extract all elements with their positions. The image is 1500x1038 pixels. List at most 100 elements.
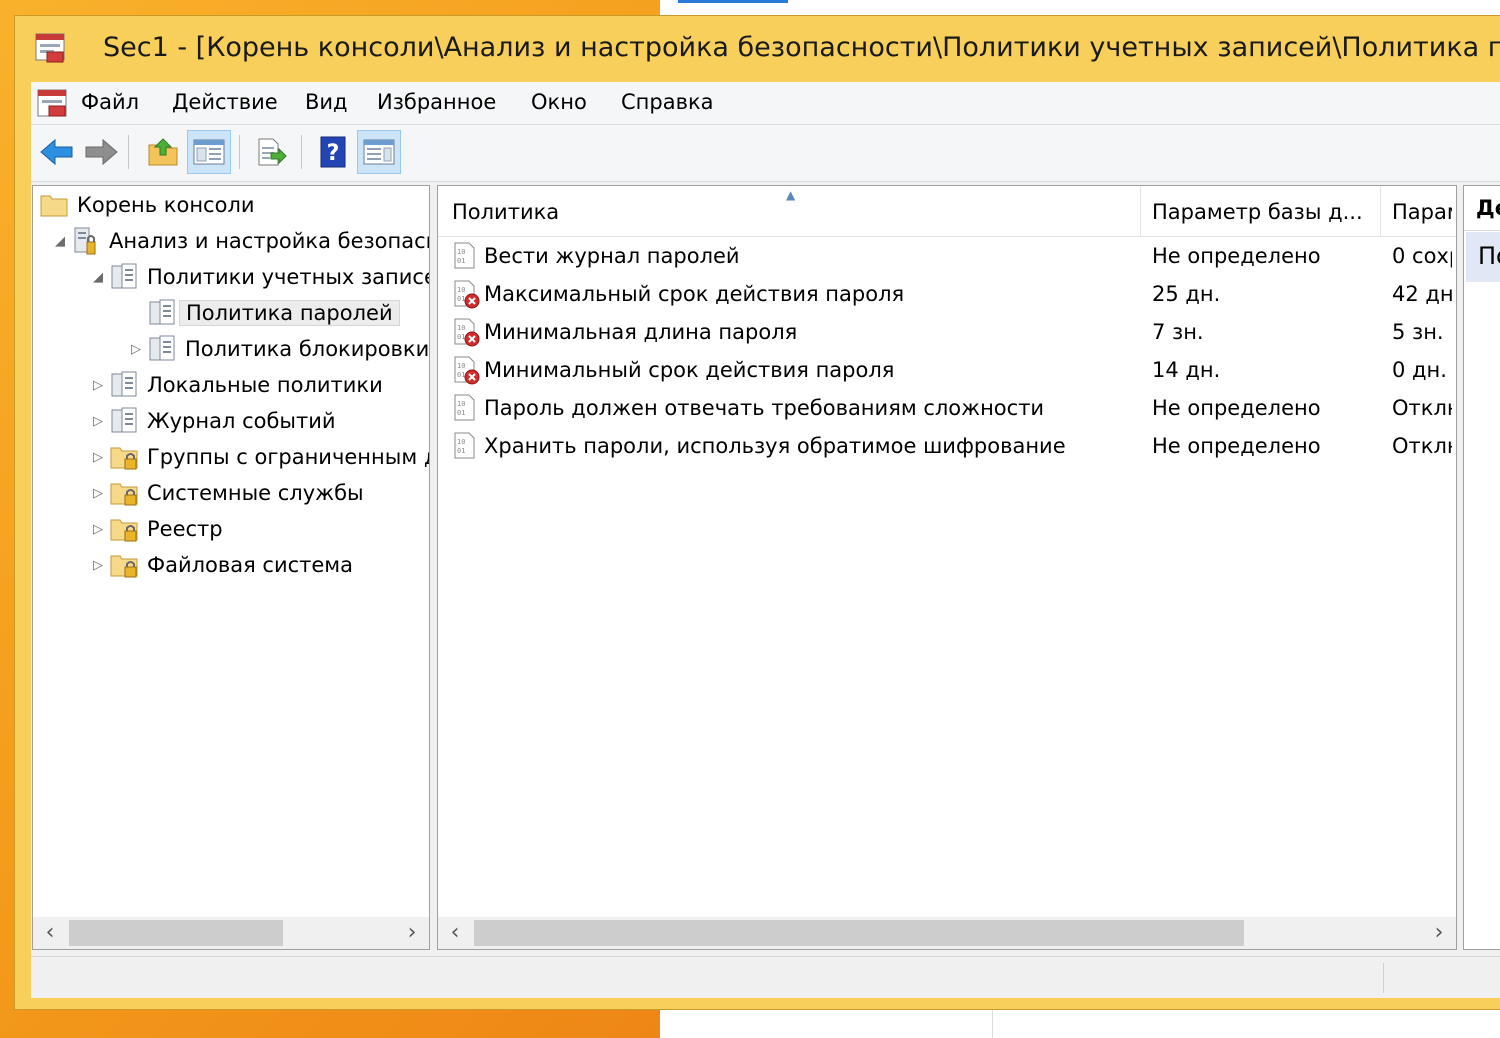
collapsed-arrow-icon[interactable]: ▷ bbox=[87, 414, 109, 429]
policy-icon bbox=[111, 407, 137, 433]
svg-text:01: 01 bbox=[457, 295, 465, 303]
list-horizontal-scrollbar[interactable]: ‹ › bbox=[438, 917, 1456, 949]
menu-view[interactable]: Вид bbox=[305, 90, 348, 114]
svg-text:01: 01 bbox=[457, 333, 465, 341]
mmc-window: Sec1 - [Корень консоли\Анализ и настройк… bbox=[14, 15, 1500, 1010]
tree-item-event-log[interactable]: ▷ Журнал событий bbox=[87, 404, 336, 438]
expanded-arrow-icon[interactable]: ◢ bbox=[49, 234, 71, 249]
help-button[interactable]: ? bbox=[311, 130, 355, 174]
show-hide-action-pane-button[interactable] bbox=[357, 130, 401, 174]
policy-name: Хранить пароли, используя обратимое шифр… bbox=[484, 434, 1066, 458]
tree-horizontal-scrollbar[interactable]: ‹ › bbox=[33, 917, 429, 949]
list-row[interactable]: 10 01 Пароль должен отвечать требованиям… bbox=[438, 390, 1456, 428]
console-tree[interactable]: Корень консоли ◢ Анализ и настройка безо… bbox=[32, 185, 430, 950]
svg-text:10: 10 bbox=[457, 286, 465, 294]
tree-item-system-services[interactable]: ▷ Системные службы bbox=[87, 476, 364, 510]
policy-setting-icon: 10 01 bbox=[454, 432, 475, 459]
scrollbar-thumb[interactable] bbox=[69, 920, 283, 946]
column-header-policy[interactable]: Политика bbox=[452, 200, 1132, 224]
policy-icon bbox=[111, 371, 137, 397]
tree-item-password-policy[interactable]: Политика паролей bbox=[125, 296, 400, 330]
collapsed-arrow-icon[interactable]: ▷ bbox=[125, 342, 147, 357]
svg-text:01: 01 bbox=[457, 257, 465, 265]
folder-icon bbox=[40, 195, 68, 217]
mmc-console-icon[interactable] bbox=[33, 30, 67, 64]
menu-window[interactable]: Окно bbox=[531, 90, 587, 114]
menu-bar: Файл Действие Вид Избранное Окно Справка bbox=[31, 82, 1500, 125]
tree-item-label: Политика паролей bbox=[179, 300, 400, 326]
forward-button[interactable] bbox=[79, 130, 123, 174]
export-list-button[interactable] bbox=[249, 130, 293, 174]
scroll-right-icon[interactable]: › bbox=[1426, 919, 1452, 947]
list-row[interactable]: 10 01 Максимальный срок действия пароля … bbox=[438, 276, 1456, 314]
show-hide-tree-button[interactable] bbox=[187, 130, 231, 174]
column-divider[interactable] bbox=[1380, 186, 1381, 236]
tree-item-label: Локальные политики bbox=[147, 373, 383, 397]
policy-mismatch-icon: 10 01 bbox=[454, 318, 480, 347]
policy-icon bbox=[111, 263, 137, 289]
tree-item-label: Анализ и настройка безопасности bbox=[109, 229, 429, 253]
policy-list[interactable]: ▲ Политика Параметр базы д... Параметр к… bbox=[437, 185, 1457, 950]
locked-folder-icon bbox=[110, 447, 138, 470]
scroll-left-icon[interactable]: ‹ bbox=[442, 919, 468, 947]
tree-item-account-policies[interactable]: ◢ Политики учетных записей bbox=[87, 260, 429, 294]
list-row[interactable]: 10 01 Минимальный срок действия пароля 1… bbox=[438, 352, 1456, 390]
list-row[interactable]: 10 01 Хранить пароли, используя обратимо… bbox=[438, 428, 1456, 466]
status-bar-divider bbox=[1383, 963, 1384, 993]
toolbar-separator bbox=[239, 135, 240, 169]
tree-item-label: Реестр bbox=[147, 517, 223, 541]
column-header-db-setting[interactable]: Параметр базы д... bbox=[1152, 200, 1378, 224]
collapsed-arrow-icon[interactable]: ▷ bbox=[87, 450, 109, 465]
column-header-computer-setting[interactable]: Параметр компьютера bbox=[1392, 200, 1452, 224]
menu-help[interactable]: Справка bbox=[621, 90, 714, 114]
help-icon: ? bbox=[320, 136, 346, 168]
collapsed-arrow-icon[interactable]: ▷ bbox=[87, 522, 109, 537]
title-bar[interactable]: Sec1 - [Корень консоли\Анализ и настройк… bbox=[15, 16, 1500, 82]
scrollbar-thumb[interactable] bbox=[474, 920, 1244, 946]
collapsed-arrow-icon[interactable]: ▷ bbox=[87, 558, 109, 573]
forward-icon bbox=[85, 138, 118, 166]
menu-action[interactable]: Действие bbox=[172, 90, 278, 114]
svg-text:?: ? bbox=[327, 141, 340, 166]
svg-text:10: 10 bbox=[457, 362, 465, 370]
svg-text:10: 10 bbox=[457, 400, 465, 408]
tree-item-label: Политика блокировки учетной записи bbox=[185, 337, 430, 361]
list-row[interactable]: 10 01 Минимальная длина пароля 7 зн. 5 з… bbox=[438, 314, 1456, 352]
tree-item-security-analysis[interactable]: ◢ Анализ и настройка безопасности bbox=[49, 224, 429, 258]
list-row[interactable]: 10 01 Вести журнал паролей Не определено… bbox=[438, 238, 1456, 276]
system-menu-icon[interactable] bbox=[35, 86, 69, 120]
tree-item-lockout-policy[interactable]: ▷ Политика блокировки учетной записи bbox=[125, 332, 430, 366]
tree-item-local-policies[interactable]: ▷ Локальные политики bbox=[87, 368, 383, 402]
action-pane[interactable]: Действия Политика паролей bbox=[1463, 185, 1500, 950]
up-level-button[interactable] bbox=[141, 130, 185, 174]
action-pane-title: Действия bbox=[1476, 196, 1500, 220]
policy-mismatch-icon: 10 01 bbox=[454, 280, 480, 309]
scroll-left-icon[interactable]: ‹ bbox=[37, 919, 63, 947]
computer-setting-value: Отключен bbox=[1392, 396, 1452, 420]
collapsed-arrow-icon[interactable]: ▷ bbox=[87, 378, 109, 393]
action-pane-header[interactable]: Действия bbox=[1464, 186, 1500, 231]
tree-item-label: Группы с ограниченным доступом bbox=[147, 445, 429, 469]
column-divider[interactable] bbox=[1140, 186, 1141, 236]
policy-setting-icon: 10 01 bbox=[454, 394, 475, 421]
back-button[interactable] bbox=[35, 130, 79, 174]
db-setting-value: 7 зн. bbox=[1152, 320, 1204, 344]
expanded-arrow-icon[interactable]: ◢ bbox=[87, 270, 109, 285]
scroll-right-icon[interactable]: › bbox=[399, 919, 425, 947]
tree-item-registry[interactable]: ▷ Реестр bbox=[87, 512, 223, 546]
computer-setting-value: 5 зн. bbox=[1392, 320, 1444, 344]
collapsed-arrow-icon[interactable]: ▷ bbox=[87, 486, 109, 501]
svg-text:01: 01 bbox=[457, 447, 465, 455]
tree-item-file-system[interactable]: ▷ Файловая система bbox=[87, 548, 353, 582]
menu-file[interactable]: Файл bbox=[81, 90, 139, 114]
action-group-password-policy[interactable]: Политика паролей bbox=[1466, 232, 1500, 282]
up-folder-icon bbox=[148, 138, 178, 166]
policy-name: Вести журнал паролей bbox=[484, 244, 740, 268]
db-setting-value: Не определено bbox=[1152, 396, 1321, 420]
policy-setting-icon: 10 01 bbox=[454, 242, 475, 269]
menu-favorites[interactable]: Избранное bbox=[377, 90, 496, 114]
svg-text:01: 01 bbox=[457, 371, 465, 379]
tree-item-console-root[interactable]: Корень консоли bbox=[39, 188, 255, 222]
policy-name: Максимальный срок действия пароля bbox=[484, 282, 905, 306]
tree-item-restricted-groups[interactable]: ▷ Группы с ограниченным доступом bbox=[87, 440, 429, 474]
